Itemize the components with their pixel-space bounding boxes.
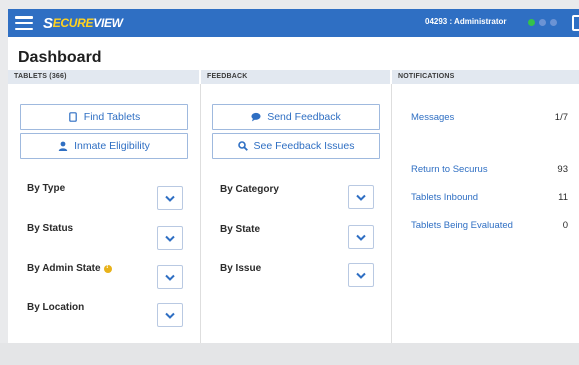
by-state-dropdown[interactable] bbox=[348, 225, 374, 249]
status-dot-blue bbox=[550, 19, 557, 26]
by-category-dropdown[interactable] bbox=[348, 185, 374, 209]
see-feedback-issues-button[interactable]: See Feedback Issues bbox=[212, 133, 380, 159]
filter-by-issue: By Issue bbox=[220, 263, 262, 274]
top-bar: S ECURE VIEW 04293 : Administrator bbox=[8, 9, 579, 37]
chevron-down-icon bbox=[356, 272, 366, 279]
see-feedback-issues-label: See Feedback Issues bbox=[253, 140, 355, 152]
notification-tablets-inbound-value: 11 bbox=[558, 192, 568, 203]
inmate-eligibility-label: Inmate Eligibility bbox=[74, 140, 150, 152]
user-icon bbox=[58, 141, 68, 151]
column-divider bbox=[391, 84, 392, 343]
notifications-header: NOTIFICATIONS bbox=[392, 70, 579, 84]
by-admin-state-dropdown[interactable] bbox=[157, 265, 183, 289]
status-indicators bbox=[528, 19, 557, 26]
status-dot-blue bbox=[539, 19, 546, 26]
chevron-down-icon bbox=[165, 195, 175, 202]
notification-tablets-inbound-link[interactable]: Tablets Inbound bbox=[411, 192, 478, 203]
bottom-strip bbox=[0, 343, 579, 365]
by-type-dropdown[interactable] bbox=[157, 186, 183, 210]
filter-by-state: By State bbox=[220, 224, 261, 235]
notification-messages-link[interactable]: Messages bbox=[411, 112, 454, 123]
chat-icon bbox=[251, 112, 261, 122]
by-issue-dropdown[interactable] bbox=[348, 263, 374, 287]
filter-by-status: By Status bbox=[27, 223, 74, 234]
user-account-label[interactable]: 04293 : Administrator bbox=[425, 17, 507, 26]
chevron-down-icon bbox=[165, 235, 175, 242]
filter-by-location: By Location bbox=[27, 302, 85, 313]
inmate-eligibility-button[interactable]: Inmate Eligibility bbox=[20, 133, 188, 159]
chevron-down-icon bbox=[165, 312, 175, 319]
send-feedback-label: Send Feedback bbox=[267, 111, 341, 123]
chevron-down-icon bbox=[165, 274, 175, 281]
filter-by-category: By Category bbox=[220, 184, 279, 195]
dashboard-panel: Dashboard TABLETS (366) FEEDBACK NOTIFIC… bbox=[8, 37, 579, 343]
find-tablets-button[interactable]: Find Tablets bbox=[20, 104, 188, 130]
notification-tablets-being-evaluated-value: 0 bbox=[562, 220, 568, 231]
send-feedback-button[interactable]: Send Feedback bbox=[212, 104, 380, 130]
tablet-icon bbox=[68, 112, 78, 122]
by-location-dropdown[interactable] bbox=[157, 303, 183, 327]
tablets-header: TABLETS (366) bbox=[8, 70, 199, 84]
column-divider bbox=[200, 84, 201, 343]
chevron-down-icon bbox=[356, 194, 366, 201]
notification-return-to-securus-link[interactable]: Return to Securus bbox=[411, 164, 488, 175]
by-status-dropdown[interactable] bbox=[157, 226, 183, 250]
page-title: Dashboard bbox=[18, 49, 102, 66]
chevron-down-icon bbox=[356, 234, 366, 241]
feedback-header: FEEDBACK bbox=[201, 70, 390, 84]
notification-return-to-securus-value: 93 bbox=[557, 164, 568, 175]
notification-tablets-being-evaluated-link[interactable]: Tablets Being Evaluated bbox=[411, 220, 513, 231]
notification-messages-value: 1/7 bbox=[554, 112, 568, 123]
filter-by-type: By Type bbox=[27, 183, 66, 194]
securview-logo: S ECURE VIEW bbox=[43, 14, 123, 32]
search-icon bbox=[237, 141, 248, 151]
status-dot-green bbox=[528, 19, 535, 26]
warning-icon bbox=[103, 263, 112, 273]
device-icon[interactable] bbox=[572, 15, 579, 31]
hamburger-menu-icon[interactable] bbox=[15, 16, 33, 30]
filter-by-admin-state: By Admin State bbox=[27, 263, 112, 274]
find-tablets-label: Find Tablets bbox=[83, 111, 141, 123]
